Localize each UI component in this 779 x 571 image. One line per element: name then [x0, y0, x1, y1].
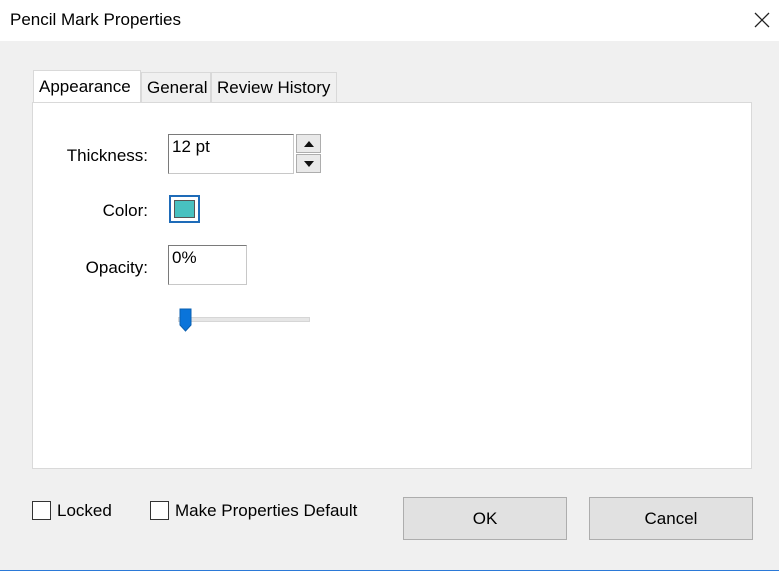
tab-general[interactable]: General: [141, 72, 211, 102]
thickness-decrease-button[interactable]: [296, 154, 321, 173]
locked-option[interactable]: Locked: [32, 501, 122, 523]
thickness-input[interactable]: 12 pt: [168, 134, 294, 174]
ok-button[interactable]: OK: [403, 497, 567, 540]
close-icon: [754, 12, 770, 28]
color-picker-button[interactable]: [169, 195, 200, 223]
thickness-spinner: [296, 134, 321, 174]
tab-review-history[interactable]: Review History: [211, 72, 337, 102]
opacity-label: Opacity:: [85, 258, 148, 277]
arrow-up-icon: [304, 141, 314, 147]
make-default-option[interactable]: Make Properties Default: [150, 501, 370, 523]
dialog-title: Pencil Mark Properties: [10, 10, 182, 29]
make-default-label: Make Properties Default: [175, 501, 358, 520]
title-bar: Pencil Mark Properties: [0, 0, 779, 41]
locked-checkbox[interactable]: [32, 501, 51, 520]
opacity-slider-thumb[interactable]: [179, 308, 192, 332]
color-label: Color:: [102, 201, 148, 220]
opacity-slider-track: [178, 317, 310, 322]
arrow-down-icon: [304, 161, 314, 167]
make-default-checkbox[interactable]: [150, 501, 169, 520]
tab-appearance[interactable]: Appearance: [33, 70, 141, 102]
opacity-slider[interactable]: [178, 308, 310, 334]
appearance-panel: Thickness: 12 pt Color: Opacity: 0%: [32, 102, 752, 469]
locked-label: Locked: [57, 501, 112, 520]
cancel-button[interactable]: Cancel: [589, 497, 753, 540]
thickness-increase-button[interactable]: [296, 134, 321, 153]
pencil-mark-properties-dialog: Pencil Mark Properties Appearance Genera…: [0, 0, 779, 571]
opacity-input[interactable]: 0%: [168, 245, 247, 285]
color-swatch: [174, 200, 195, 218]
thickness-label: Thickness:: [66, 146, 148, 165]
close-button[interactable]: [746, 4, 778, 36]
